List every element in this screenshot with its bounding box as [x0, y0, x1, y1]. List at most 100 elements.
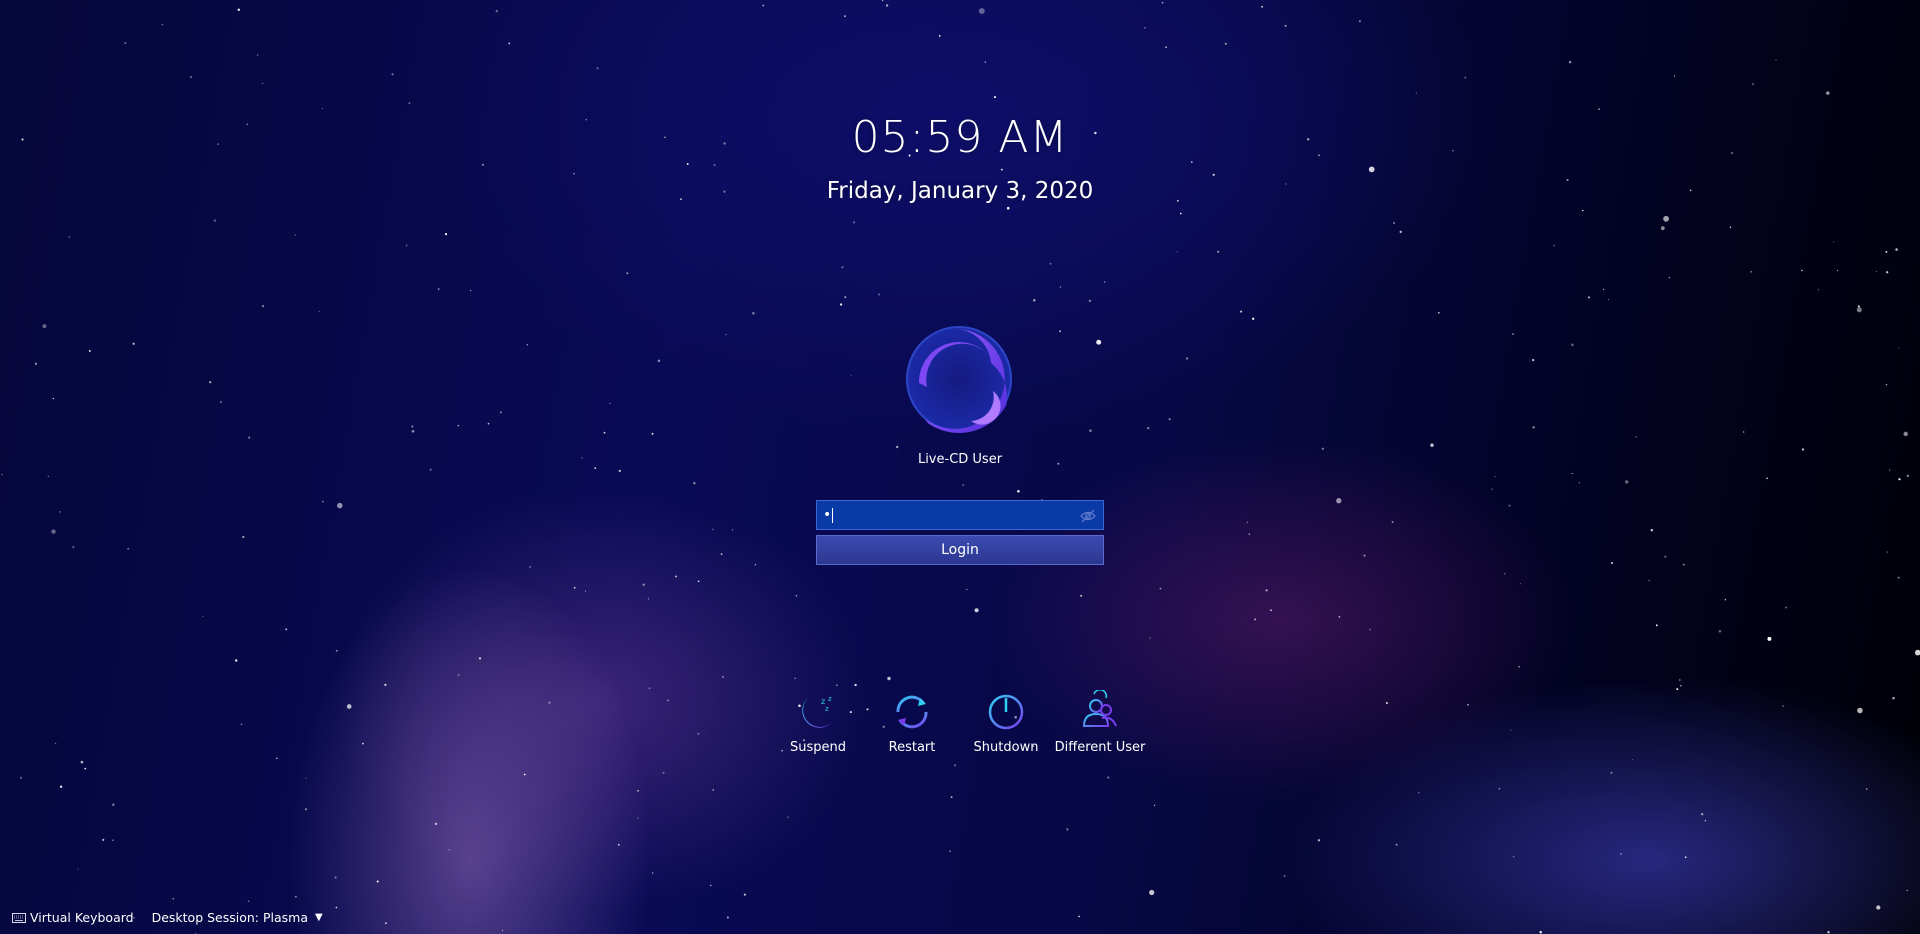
star — [1782, 705, 1785, 708]
star — [1393, 222, 1395, 224]
star — [794, 677, 796, 679]
star — [499, 411, 502, 414]
chevron-down-icon: ▼ — [315, 912, 323, 923]
star — [1635, 435, 1638, 438]
desktop-session-select[interactable]: Desktop Session: Plasma ▼ — [152, 910, 323, 925]
star — [234, 659, 238, 662]
star — [966, 588, 968, 591]
star — [405, 244, 408, 247]
star — [1857, 707, 1863, 714]
user-avatar[interactable] — [905, 325, 1013, 433]
star — [657, 359, 661, 363]
star — [321, 107, 324, 109]
star — [1512, 855, 1515, 858]
star — [457, 674, 460, 676]
eye-hidden-icon[interactable] — [1079, 507, 1097, 525]
star — [429, 468, 432, 471]
star — [617, 843, 620, 846]
star — [112, 839, 114, 842]
star — [839, 303, 843, 306]
star — [618, 469, 621, 473]
star — [240, 723, 243, 726]
star — [895, 445, 899, 449]
star — [202, 615, 204, 617]
star — [1729, 226, 1732, 228]
star — [1212, 173, 1215, 176]
star — [1620, 853, 1622, 855]
star — [1767, 636, 1772, 641]
star — [1571, 343, 1574, 347]
star — [334, 876, 337, 879]
star — [1338, 616, 1341, 618]
star — [1240, 310, 1243, 313]
different-user-button[interactable]: Different User — [1045, 690, 1155, 755]
star — [478, 657, 482, 660]
star — [1089, 429, 1092, 432]
star — [457, 424, 460, 427]
star — [470, 289, 472, 292]
star — [1673, 75, 1676, 77]
star — [1518, 665, 1520, 668]
star — [1149, 889, 1155, 896]
star — [1270, 609, 1272, 611]
star — [337, 502, 343, 509]
star — [1321, 447, 1324, 450]
star — [1080, 594, 1083, 597]
star — [1246, 521, 1249, 524]
star — [1159, 587, 1162, 590]
star — [242, 535, 245, 539]
star — [1395, 843, 1398, 846]
star — [1632, 759, 1634, 761]
star — [1886, 551, 1888, 553]
password-input[interactable]: • — [816, 500, 1104, 530]
star — [1750, 270, 1753, 273]
suspend-icon: z z z — [802, 695, 832, 728]
star — [1836, 269, 1839, 272]
star — [1049, 262, 1052, 265]
star — [1906, 474, 1910, 478]
virtual-keyboard-label: Virtual Keyboard — [30, 910, 134, 925]
star — [1144, 26, 1146, 29]
login-button[interactable]: Login — [816, 535, 1104, 565]
star — [1512, 333, 1514, 336]
star — [993, 96, 997, 99]
star — [1368, 166, 1375, 173]
star — [984, 61, 986, 63]
star — [42, 324, 47, 329]
star — [52, 397, 55, 400]
star — [1519, 583, 1522, 585]
star — [1587, 296, 1590, 299]
star — [637, 790, 639, 792]
star — [1066, 828, 1069, 831]
star — [1176, 251, 1178, 253]
star — [1103, 281, 1106, 283]
star — [526, 344, 528, 346]
desktop-session-label: Desktop Session: Plasma — [151, 910, 308, 925]
star — [346, 704, 352, 709]
star — [1801, 269, 1803, 272]
star — [219, 401, 222, 404]
star — [710, 884, 712, 887]
star — [721, 675, 724, 678]
star — [1418, 792, 1420, 794]
star — [1336, 498, 1342, 504]
text-caret — [832, 507, 834, 523]
star — [1399, 230, 1402, 234]
star — [1358, 20, 1361, 23]
star — [887, 676, 891, 681]
star — [1553, 244, 1555, 247]
star — [59, 785, 63, 788]
star — [1610, 771, 1613, 774]
star — [1663, 215, 1670, 222]
star — [248, 436, 251, 439]
star — [529, 565, 532, 568]
virtual-keyboard-button[interactable]: Virtual Keyboard — [12, 910, 134, 925]
star — [637, 817, 639, 819]
star — [1704, 819, 1707, 822]
star — [1430, 443, 1434, 447]
star — [1718, 630, 1722, 633]
star — [1897, 576, 1900, 579]
star — [376, 880, 379, 883]
star — [850, 374, 852, 376]
star — [1903, 431, 1908, 437]
